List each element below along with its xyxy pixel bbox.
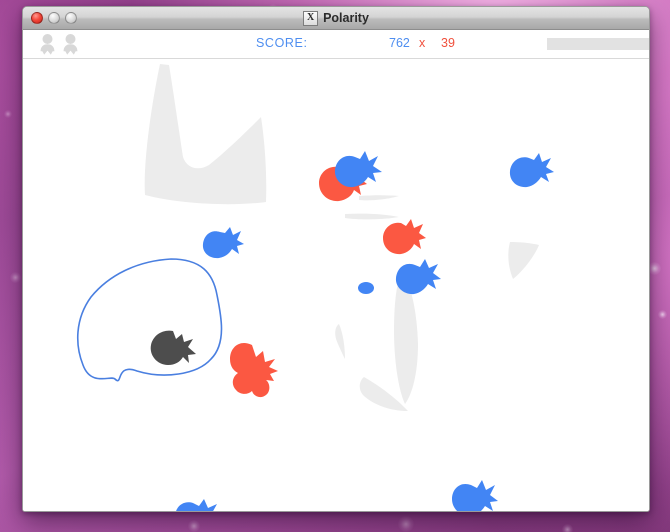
application-window: X Polarity SCORE: 762 x 39 (22, 6, 650, 512)
blue-blob[interactable] (509, 153, 554, 188)
bokeh-dot (188, 520, 200, 532)
lasso-loop (76, 258, 223, 382)
decor-shape-triangle (508, 242, 539, 279)
bokeh-dot (4, 110, 12, 118)
blue-blob[interactable] (452, 480, 498, 512)
multiplier-symbol: x (419, 36, 426, 50)
decor-shape-streak (359, 195, 399, 201)
blue-blob[interactable] (175, 499, 220, 512)
red-blob-large[interactable] (230, 342, 278, 398)
score-label: SCORE: (256, 36, 308, 50)
title-group: X Polarity (23, 10, 649, 26)
blue-blob[interactable] (202, 227, 244, 259)
close-button[interactable] (31, 12, 43, 24)
blue-blob[interactable] (334, 151, 382, 188)
person-icon (40, 34, 55, 55)
window-title: Polarity (323, 11, 369, 25)
multiplier-value: 39 (441, 36, 455, 50)
game-hud-toolbar: SCORE: 762 x 39 (23, 30, 649, 59)
decor-shape-streak (345, 213, 399, 220)
progress-bar (547, 38, 649, 50)
window-controls (31, 12, 77, 24)
game-scene (76, 64, 554, 512)
blue-blob-group (175, 151, 554, 512)
bokeh-dot (10, 272, 21, 283)
bokeh-dot (658, 310, 667, 319)
window-titlebar[interactable]: X Polarity (23, 7, 649, 30)
score-value: 762 (389, 36, 410, 50)
red-blob[interactable] (383, 219, 426, 255)
bokeh-dot (562, 524, 573, 532)
decor-shape-sliver (335, 324, 345, 359)
blue-blob-small[interactable] (358, 282, 374, 294)
person-icon (63, 34, 78, 55)
x11-icon: X (303, 10, 319, 26)
desktop-background: X Polarity SCORE: 762 x 39 (0, 0, 670, 532)
maximize-button[interactable] (65, 12, 77, 24)
bokeh-dot (398, 516, 414, 532)
background-decor-group (144, 64, 539, 411)
player-sprite[interactable] (150, 330, 196, 365)
minimize-button[interactable] (48, 12, 60, 24)
decor-shape-u (144, 64, 267, 205)
game-canvas[interactable] (23, 59, 649, 512)
lives-indicator (39, 33, 79, 55)
blue-blob[interactable] (395, 259, 441, 295)
